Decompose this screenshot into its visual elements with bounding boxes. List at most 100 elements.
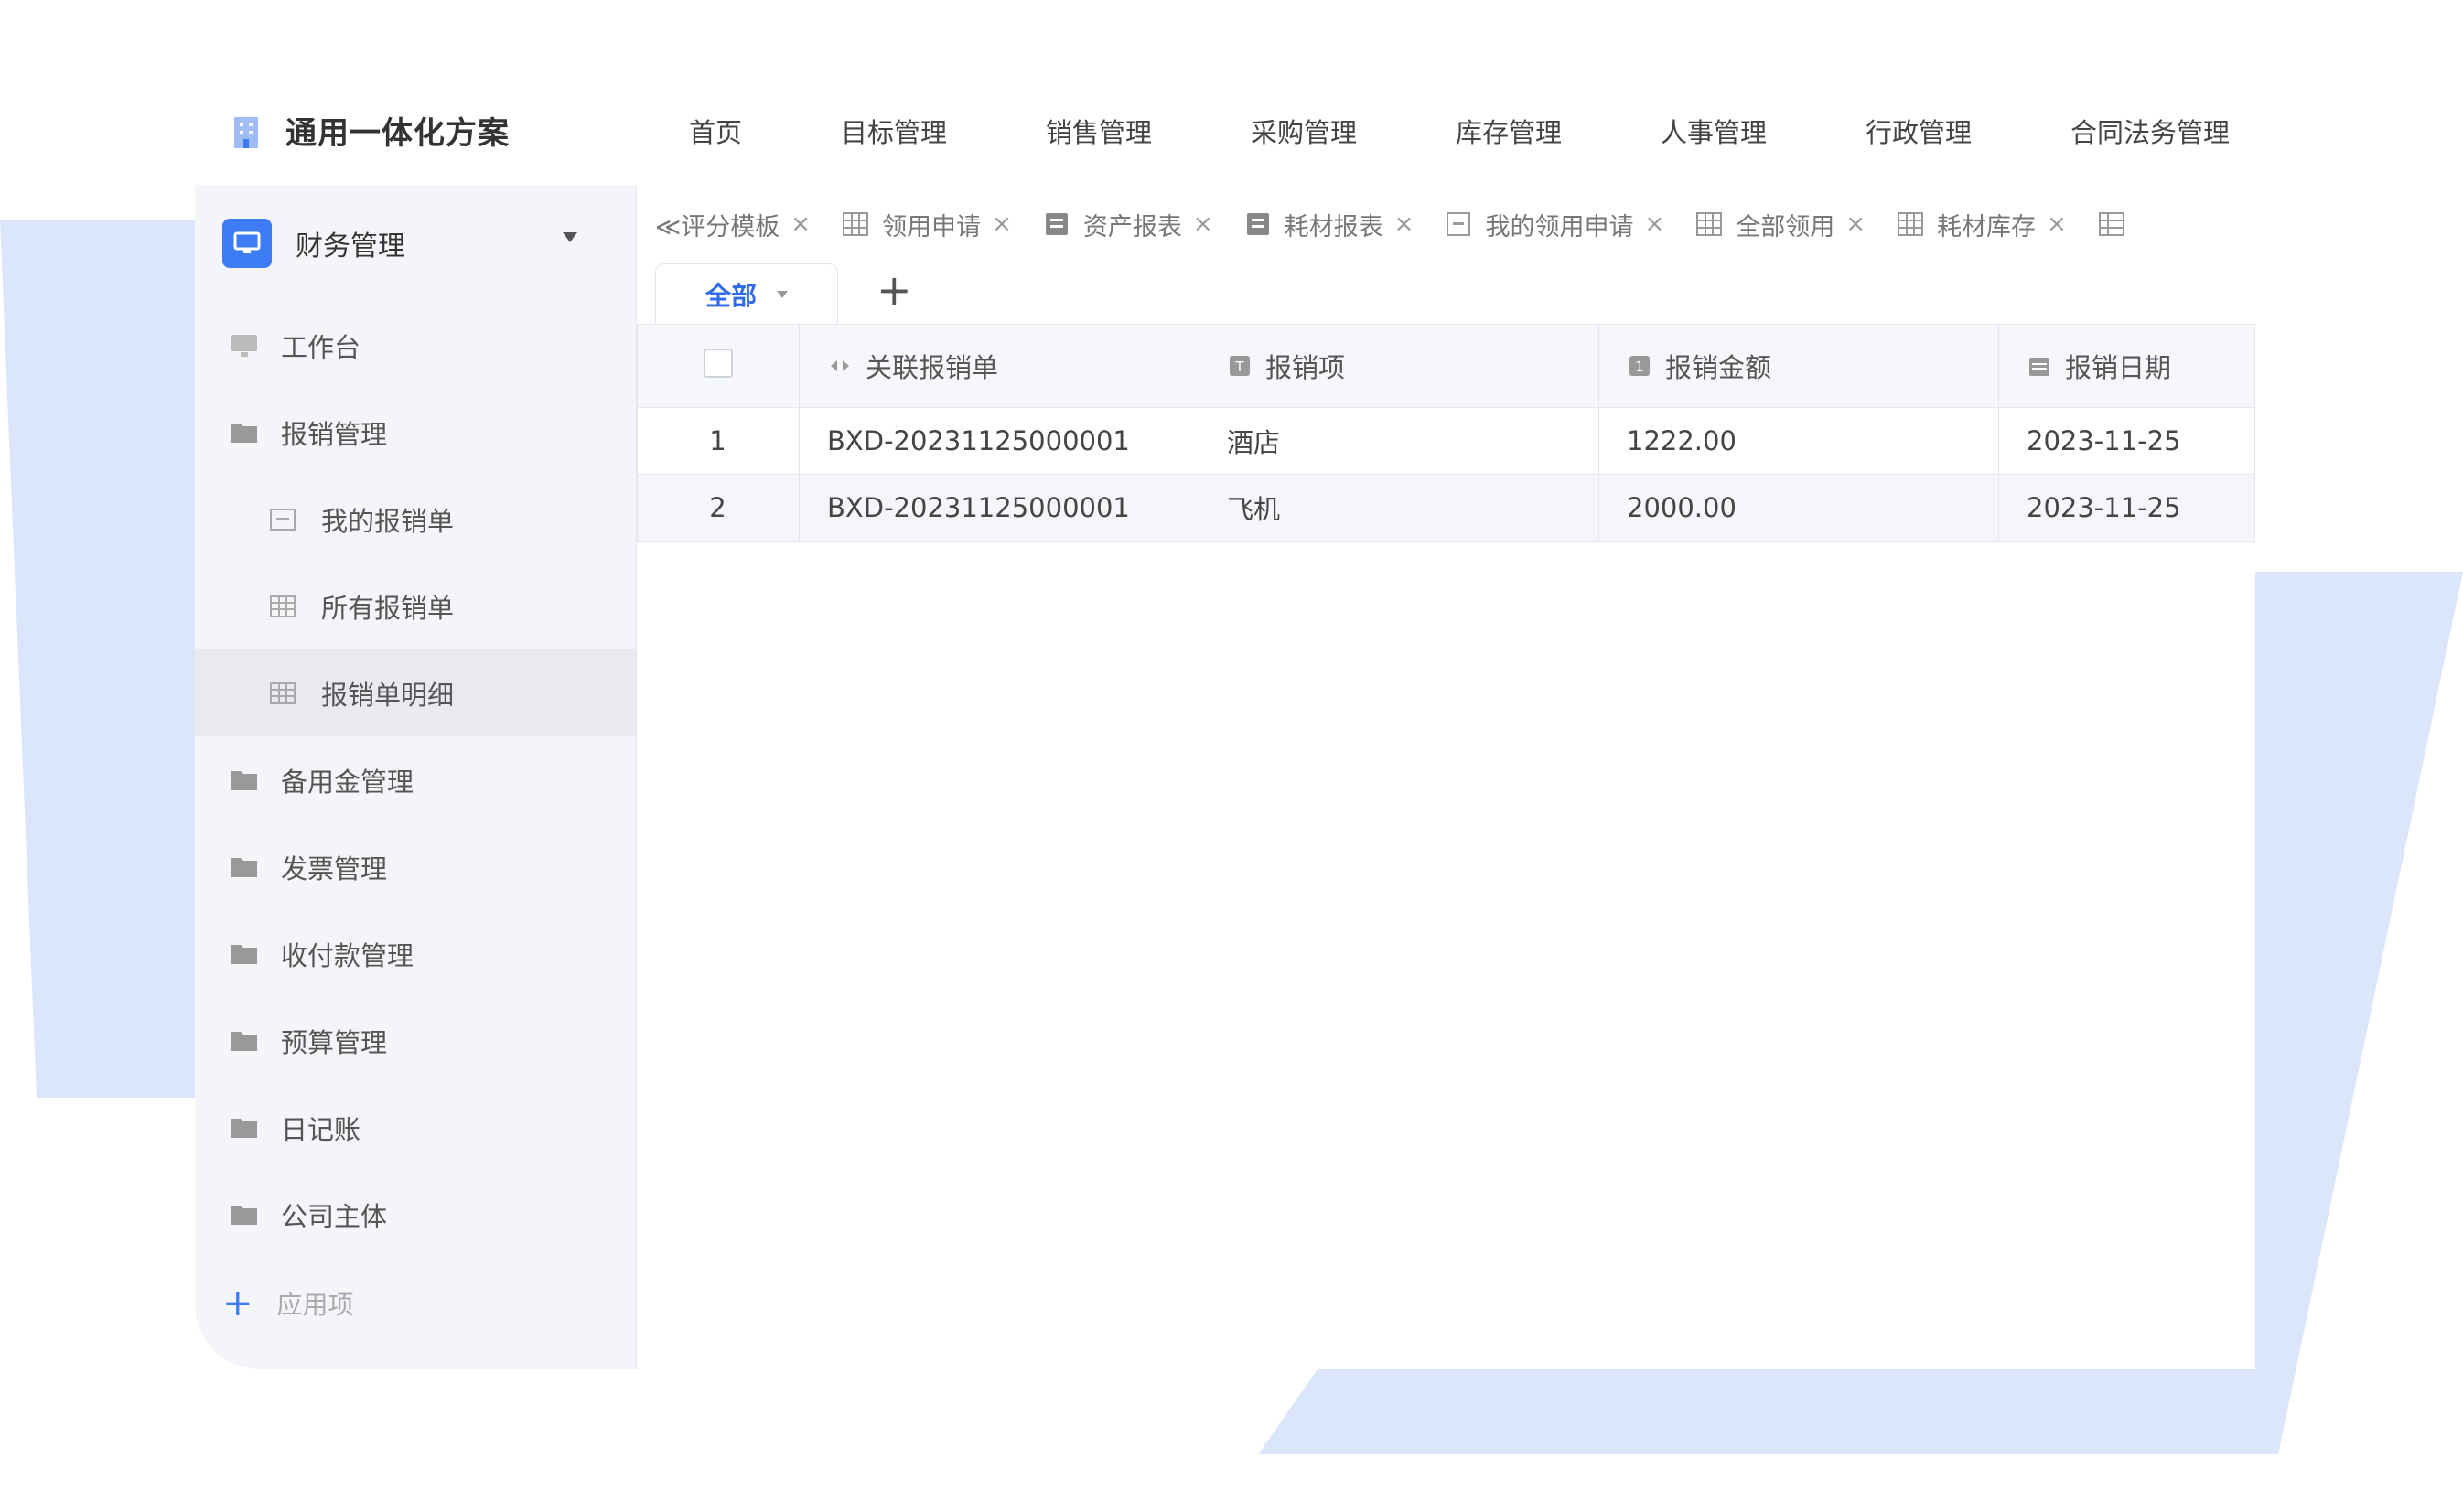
add-app-item-label: 应用项 [276,1290,354,1320]
cell-date[interactable]: 2023-11-25 [1998,474,2255,542]
table-icon [843,212,869,236]
table-header-row: 关联报销单 T 报销项 1 报销金额 报销日期 [637,324,2255,408]
sidebar-item-label: 发票管理 [281,853,388,885]
nav-item-purchase[interactable]: 采购管理 [1251,112,1456,150]
sidebar-item-all-expense[interactable]: 所有报销单 [195,563,636,649]
folder-icon [231,1205,257,1225]
sidebar-item-label: 报销管理 [281,418,388,450]
brand[interactable]: 通用一体化方案 [227,108,510,153]
main-content: ≪评分模板 × 领用申请 × 资产报表 × 耗材报表 × 我的领用申请 × 全部… [637,185,2255,1369]
cell-bill[interactable]: BXD-20231125000001 [799,407,1199,475]
table-icon [270,681,296,704]
tab-overflow[interactable] [2098,210,2138,238]
tab-all-requisitions[interactable]: 全部领用 × [1695,207,1866,242]
sidebar-item-workbench[interactable]: 工作台 [195,302,636,389]
nav-item-home[interactable]: 首页 [689,112,841,150]
tab-requisition[interactable]: 领用申请 × [842,207,1012,242]
sidebar-item-label: 所有报销单 [321,592,455,624]
nav-item-admin[interactable]: 行政管理 [1866,112,2070,150]
tab-asset-report[interactable]: 资产报表 × [1043,207,1213,242]
select-all-checkbox[interactable] [703,348,733,378]
sidebar-item-expense[interactable]: 报销管理 [195,389,636,476]
nav-item-contract[interactable]: 合同法务管理 [2070,112,2253,150]
link-icon [831,360,849,371]
caret-down-icon[interactable] [563,232,577,242]
add-view-button[interactable]: + [877,269,912,311]
sidebar-item-label: 备用金管理 [281,766,414,798]
tab-label: 我的领用申请 [1485,212,1634,241]
cell-item[interactable]: 飞机 [1199,474,1599,542]
add-app-item-button[interactable]: + 应用项 [195,1262,636,1345]
sidebar-item-my-expense[interactable]: 我的报销单 [195,476,636,563]
report-icon [1045,213,1068,235]
tab-consumables-stock[interactable]: 耗材库存 × [1897,207,2067,242]
nav-item-sales[interactable]: 销售管理 [1046,112,1251,150]
close-icon[interactable]: × [1394,210,1414,238]
tab-consumables-report[interactable]: 耗材报表 × [1244,207,1414,242]
cell-item[interactable]: 酒店 [1199,407,1599,475]
sidebar-item-label: 工作台 [281,331,361,363]
tab-label: 资产报表 [1082,212,1182,241]
view-tab-all[interactable]: 全部 [655,263,838,325]
select-all-cell [637,324,800,408]
report-icon [1246,213,1269,235]
column-header-amount[interactable]: 1 报销金额 [1598,324,1999,408]
nav-item-inventory[interactable]: 库存管理 [1456,112,1661,150]
sidebar-item-petty-cash[interactable]: 备用金管理 [195,736,636,823]
data-table: 关联报销单 T 报销项 1 报销金额 报销日期 1 BXD-2023112500… [637,324,2255,542]
close-icon[interactable]: × [1644,210,1664,238]
sidebar-item-journal[interactable]: 日记账 [195,1084,636,1171]
sidebar-item-budget[interactable]: 预算管理 [195,997,636,1084]
nav-item-hr[interactable]: 人事管理 [1661,112,1866,150]
tab-rating-template[interactable]: ≪评分模板 × [655,207,811,242]
text-field-icon: T [1230,356,1250,376]
table-row[interactable]: 1 BXD-20231125000001 酒店 1222.00 2023-11-… [637,407,2255,475]
app-window: 通用一体化方案 首页 目标管理 销售管理 采购管理 库存管理 人事管理 行政管理… [195,78,2255,1369]
cell-date[interactable]: 2023-11-25 [1998,407,2255,475]
sidebar-item-expense-detail[interactable]: 报销单明细 [195,649,636,736]
folder-icon [231,857,257,877]
folder-open-icon [231,423,257,443]
tab-label: 耗材库存 [1937,212,2037,241]
cell-amount[interactable]: 2000.00 [1598,474,1999,542]
view-tab-label: 全部 [704,281,757,311]
folder-icon [231,944,257,964]
nav-item-goals[interactable]: 目标管理 [841,112,1046,150]
nav-menu: 首页 目标管理 销售管理 采购管理 库存管理 人事管理 行政管理 合同法务管理 [689,78,2253,183]
form-icon [1447,212,1471,236]
row-index: 2 [637,474,800,542]
tabs-bar: ≪评分模板 × 领用申请 × 资产报表 × 耗材报表 × 我的领用申请 × 全部… [637,185,2255,263]
top-navigation: 通用一体化方案 首页 目标管理 销售管理 采购管理 库存管理 人事管理 行政管理… [195,78,2255,183]
table-row[interactable]: 2 BXD-20231125000001 飞机 2000.00 2023-11-… [637,474,2255,542]
svg-text:1: 1 [1635,359,1644,375]
sidebar-item-label: 我的报销单 [321,505,455,537]
table-icon [1898,212,1924,236]
tab-label: 全部领用 [1736,212,1835,241]
table-icon [1696,212,1723,236]
sidebar-item-label: 公司主体 [281,1200,388,1232]
close-icon[interactable]: × [1193,210,1213,238]
close-icon[interactable]: × [1845,210,1866,238]
plus-icon: + [222,1282,253,1324]
caret-down-icon[interactable] [777,291,788,298]
close-icon[interactable]: × [2047,210,2067,238]
column-header-bill[interactable]: 关联报销单 [799,324,1199,408]
calendar-icon [2029,358,2049,376]
sidebar-item-label: 日记账 [281,1113,361,1145]
close-icon[interactable]: × [992,210,1012,238]
column-header-item[interactable]: T 报销项 [1199,324,1599,408]
sidebar-header[interactable]: 财务管理 [195,185,636,302]
cell-bill[interactable]: BXD-20231125000001 [799,474,1199,542]
number-field-icon: 1 [1629,356,1650,376]
sidebar-item-payments[interactable]: 收付款管理 [195,910,636,997]
sidebar-item-label: 预算管理 [281,1026,388,1058]
sidebar-item-invoice[interactable]: 发票管理 [195,823,636,910]
sidebar-item-company[interactable]: 公司主体 [195,1171,636,1258]
table-icon [270,595,296,617]
column-header-date[interactable]: 报销日期 [1998,324,2255,408]
tab-my-requisition[interactable]: 我的领用申请 × [1445,207,1664,242]
close-icon[interactable]: × [791,210,811,238]
finance-app-icon [222,219,272,268]
cell-amount[interactable]: 1222.00 [1598,407,1999,475]
brand-title: 通用一体化方案 [285,115,510,152]
